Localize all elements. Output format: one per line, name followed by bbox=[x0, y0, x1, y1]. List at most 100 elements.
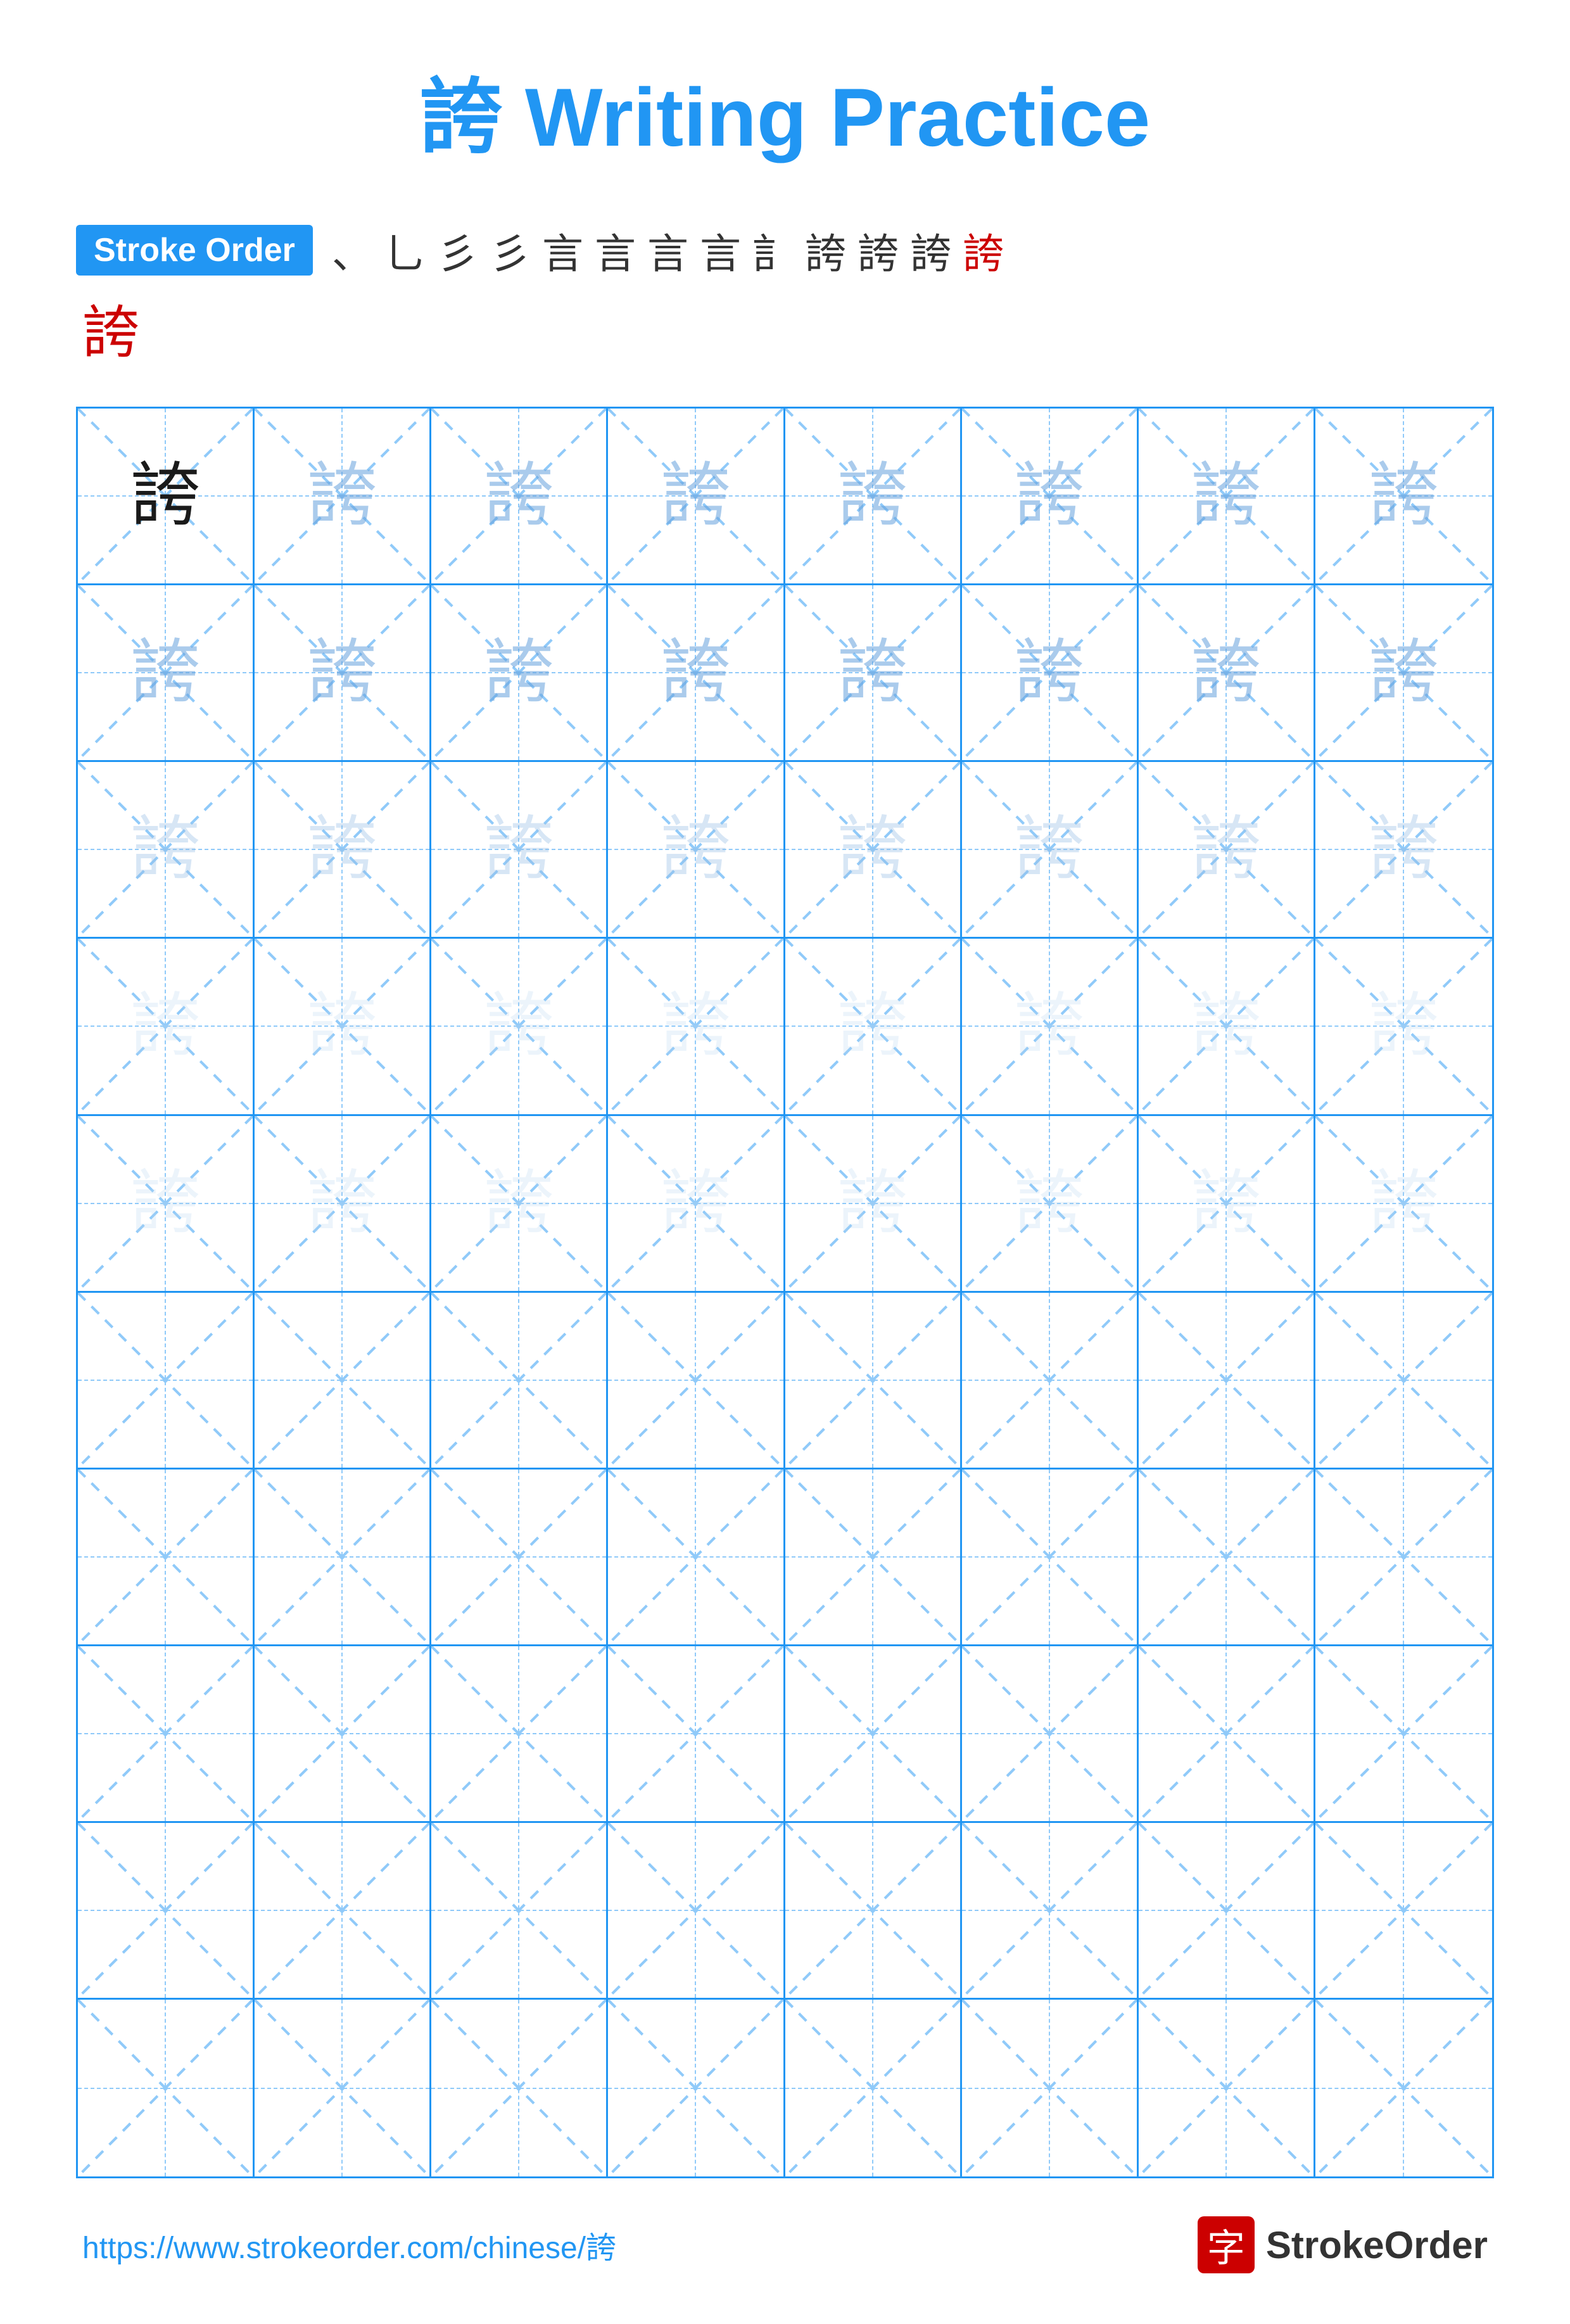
grid-cell[interactable]: 誇 bbox=[962, 762, 1139, 939]
grid-cell[interactable]: 誇 bbox=[1139, 762, 1315, 939]
grid-cell[interactable]: 誇 bbox=[785, 1116, 962, 1293]
grid-cell[interactable] bbox=[78, 1823, 255, 2000]
grid-cell[interactable]: 誇 bbox=[785, 409, 962, 585]
grid-cell[interactable] bbox=[431, 2000, 608, 2176]
grid-cell[interactable] bbox=[608, 2000, 785, 2176]
grid-cell[interactable]: 誇 bbox=[962, 1116, 1139, 1293]
grid-cell[interactable] bbox=[1139, 1823, 1315, 2000]
practice-char: 誇 bbox=[1015, 991, 1084, 1061]
grid-cell[interactable]: 誇 bbox=[608, 585, 785, 762]
grid-cell[interactable]: 誇 bbox=[78, 409, 255, 585]
grid-cell[interactable]: 誇 bbox=[255, 762, 431, 939]
grid-cell[interactable]: 誇 bbox=[255, 1116, 431, 1293]
grid-cell[interactable]: 誇 bbox=[1315, 939, 1492, 1115]
practice-char: 誇 bbox=[484, 815, 554, 884]
grid-cell[interactable]: 誇 bbox=[1139, 939, 1315, 1115]
grid-cell[interactable]: 誇 bbox=[255, 585, 431, 762]
grid-cell[interactable] bbox=[431, 1293, 608, 1470]
grid-cell[interactable] bbox=[962, 1823, 1139, 2000]
grid-cell[interactable] bbox=[1315, 2000, 1492, 2176]
grid-cell[interactable]: 誇 bbox=[608, 939, 785, 1115]
grid-cell[interactable]: 誇 bbox=[785, 939, 962, 1115]
grid-cell[interactable]: 誇 bbox=[785, 762, 962, 939]
grid-cell[interactable]: 誇 bbox=[1139, 409, 1315, 585]
grid-cell[interactable]: 誇 bbox=[608, 762, 785, 939]
grid-cell[interactable]: 誇 bbox=[431, 939, 608, 1115]
grid-cell[interactable]: 誇 bbox=[78, 762, 255, 939]
grid-cell[interactable] bbox=[785, 2000, 962, 2176]
grid-cell[interactable] bbox=[962, 1293, 1139, 1470]
grid-cell[interactable]: 誇 bbox=[255, 939, 431, 1115]
grid-cell[interactable] bbox=[608, 1293, 785, 1470]
grid-cell[interactable] bbox=[1139, 1646, 1315, 1823]
practice-char: 誇 bbox=[484, 638, 554, 708]
grid-cell[interactable]: 誇 bbox=[1315, 762, 1492, 939]
grid-cell[interactable] bbox=[255, 1823, 431, 2000]
practice-char: 誇 bbox=[484, 1169, 554, 1238]
grid-cell[interactable] bbox=[78, 2000, 255, 2176]
grid-cell[interactable]: 誇 bbox=[78, 1116, 255, 1293]
grid-cell[interactable]: 誇 bbox=[608, 409, 785, 585]
grid-cell[interactable] bbox=[785, 1823, 962, 2000]
grid-cell[interactable] bbox=[608, 1646, 785, 1823]
grid-cell[interactable]: 誇 bbox=[1315, 409, 1492, 585]
grid-cell[interactable] bbox=[1139, 1293, 1315, 1470]
grid-cell[interactable] bbox=[1315, 1646, 1492, 1823]
grid-cell[interactable] bbox=[962, 2000, 1139, 2176]
grid-cell[interactable] bbox=[78, 1646, 255, 1823]
grid-cell[interactable] bbox=[78, 1470, 255, 1646]
stroke-step-3: 彡 bbox=[437, 220, 478, 280]
grid-cell[interactable]: 誇 bbox=[962, 939, 1139, 1115]
footer-url[interactable]: https://www.strokeorder.com/chinese/誇 bbox=[82, 2223, 616, 2267]
grid-cell[interactable] bbox=[255, 1470, 431, 1646]
practice-char: 誇 bbox=[661, 815, 730, 884]
grid-cell[interactable] bbox=[1139, 2000, 1315, 2176]
grid-cell[interactable]: 誇 bbox=[78, 585, 255, 762]
practice-grid: 誇 誇 誇 誇 誇 誇 誇 誇 誇 誇 bbox=[76, 407, 1494, 2178]
practice-char: 誇 bbox=[307, 991, 377, 1061]
grid-row-5 bbox=[78, 1293, 1492, 1470]
grid-cell[interactable] bbox=[608, 1823, 785, 2000]
practice-char: 誇 bbox=[1369, 638, 1438, 708]
grid-cell[interactable]: 誇 bbox=[785, 585, 962, 762]
practice-char: 誇 bbox=[838, 991, 908, 1061]
grid-cell[interactable]: 誇 bbox=[1315, 585, 1492, 762]
grid-cell[interactable] bbox=[431, 1646, 608, 1823]
grid-cell[interactable] bbox=[1139, 1470, 1315, 1646]
grid-row-4: 誇 誇 誇 誇 誇 誇 誇 誇 bbox=[78, 1116, 1492, 1293]
grid-cell[interactable] bbox=[785, 1293, 962, 1470]
grid-cell[interactable] bbox=[608, 1470, 785, 1646]
grid-cell[interactable] bbox=[255, 1293, 431, 1470]
grid-cell[interactable] bbox=[431, 1823, 608, 2000]
grid-cell[interactable] bbox=[785, 1470, 962, 1646]
grid-cell[interactable]: 誇 bbox=[431, 1116, 608, 1293]
grid-cell[interactable]: 誇 bbox=[431, 409, 608, 585]
stroke-order-row: Stroke Order 、 ⺃ 彡 彡 言 言 言 言 訁 誇 誇 誇 誇 bbox=[76, 220, 1004, 280]
grid-cell[interactable] bbox=[1315, 1823, 1492, 2000]
grid-cell[interactable]: 誇 bbox=[1139, 585, 1315, 762]
grid-cell[interactable] bbox=[78, 1293, 255, 1470]
grid-cell[interactable]: 誇 bbox=[962, 409, 1139, 585]
grid-cell[interactable] bbox=[255, 2000, 431, 2176]
grid-cell[interactable] bbox=[1315, 1293, 1492, 1470]
grid-cell[interactable] bbox=[962, 1646, 1139, 1823]
practice-char: 誇 bbox=[661, 461, 730, 531]
grid-cell[interactable]: 誇 bbox=[1315, 1116, 1492, 1293]
grid-cell[interactable]: 誇 bbox=[431, 585, 608, 762]
grid-cell[interactable]: 誇 bbox=[78, 939, 255, 1115]
practice-char: 誇 bbox=[130, 1169, 200, 1238]
grid-cell[interactable]: 誇 bbox=[255, 409, 431, 585]
grid-cell[interactable] bbox=[431, 1470, 608, 1646]
grid-cell[interactable] bbox=[785, 1646, 962, 1823]
practice-char: 誇 bbox=[1369, 991, 1438, 1061]
grid-cell[interactable]: 誇 bbox=[608, 1116, 785, 1293]
grid-cell[interactable]: 誇 bbox=[1139, 1116, 1315, 1293]
grid-cell[interactable] bbox=[1315, 1470, 1492, 1646]
grid-cell[interactable]: 誇 bbox=[962, 585, 1139, 762]
grid-cell[interactable] bbox=[255, 1646, 431, 1823]
grid-cell[interactable]: 誇 bbox=[431, 762, 608, 939]
grid-row-9 bbox=[78, 2000, 1492, 2176]
stroke-order-section: Stroke Order 、 ⺃ 彡 彡 言 言 言 言 訁 誇 誇 誇 誇 誇 bbox=[76, 220, 1494, 369]
grid-cell[interactable] bbox=[962, 1470, 1139, 1646]
page: 誇 Writing Practice Stroke Order 、 ⺃ 彡 彡 … bbox=[0, 0, 1570, 2324]
